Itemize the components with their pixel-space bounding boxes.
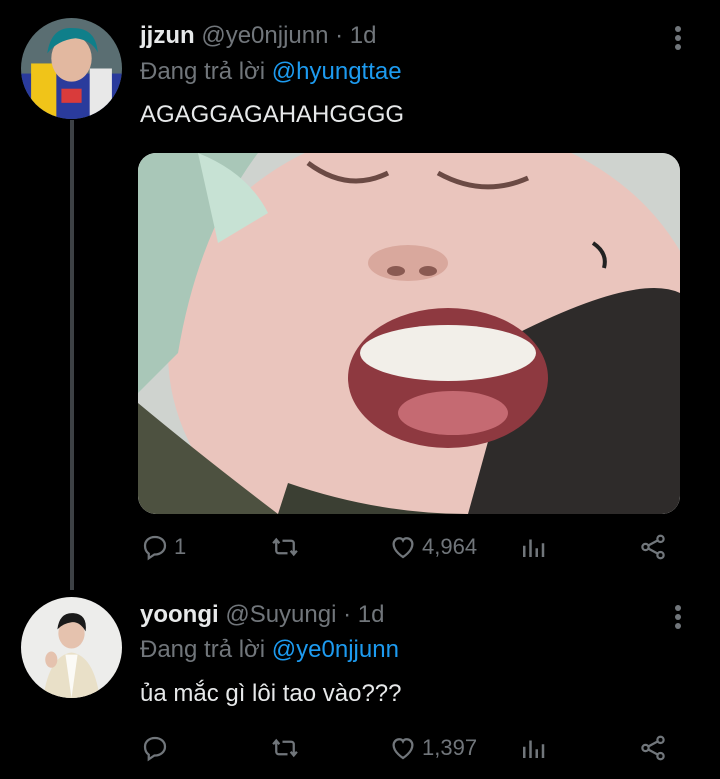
- thread-connector-line: [70, 120, 74, 590]
- tweet-text: AGAGGAGAHAHGGGG: [140, 101, 405, 128]
- replying-to: Đang trả lời @ye0njjunn: [140, 636, 399, 664]
- more-icon[interactable]: [666, 24, 690, 54]
- display-name[interactable]: jjzun: [140, 22, 195, 49]
- more-icon[interactable]: [666, 603, 690, 633]
- tweet-actions: 1,397: [140, 732, 680, 764]
- like-count: 4,964: [422, 534, 478, 559]
- like-button[interactable]: 4,964: [388, 531, 477, 563]
- analytics-icon: [523, 740, 545, 758]
- share-icon: [641, 735, 665, 761]
- analytics-button[interactable]: [518, 732, 548, 764]
- retweet-icon: [272, 537, 298, 557]
- avatar-image: [21, 597, 122, 698]
- tweet-header: jjzun @ye0njjunn · 1d: [140, 22, 377, 50]
- replying-to-label: Đang trả lời: [140, 636, 266, 663]
- timestamp[interactable]: 1d: [350, 22, 377, 49]
- display-name[interactable]: yoongi: [140, 601, 219, 628]
- reply-mention-link[interactable]: @hyungttae: [272, 58, 402, 85]
- share-icon: [641, 534, 665, 560]
- retweet-button[interactable]: [270, 732, 304, 764]
- avatar[interactable]: [21, 18, 122, 119]
- replying-to: Đang trả lời @hyungttae: [140, 58, 402, 86]
- reply-button[interactable]: 1: [140, 531, 186, 563]
- analytics-icon: [523, 539, 545, 557]
- retweet-button[interactable]: [270, 531, 304, 563]
- separator: ·: [343, 601, 352, 628]
- user-handle[interactable]: @Suyungi: [225, 601, 336, 628]
- replying-to-label: Đang trả lời: [140, 58, 266, 85]
- retweet-icon: [272, 738, 298, 758]
- reply-icon: [143, 736, 167, 762]
- avatar-image: [21, 18, 122, 119]
- share-button[interactable]: [638, 531, 668, 563]
- tweet-media-image[interactable]: [138, 153, 680, 514]
- reply-icon: [143, 535, 167, 561]
- reply-mention-link[interactable]: @ye0njjunn: [272, 636, 399, 663]
- like-button[interactable]: 1,397: [388, 732, 477, 764]
- avatar[interactable]: [21, 597, 122, 698]
- separator: ·: [335, 22, 344, 49]
- reply-count: 1: [174, 534, 187, 559]
- reply-button[interactable]: [140, 732, 174, 764]
- tweet-actions: 1 4,964: [140, 531, 680, 563]
- tweet-text: ủa mắc gì lôi tao vào???: [140, 680, 402, 707]
- analytics-button[interactable]: [518, 531, 548, 563]
- like-icon: [392, 738, 414, 760]
- like-count: 1,397: [422, 735, 478, 760]
- crying-face-photo: [138, 153, 680, 514]
- user-handle[interactable]: @ye0njjunn: [201, 22, 328, 49]
- share-button[interactable]: [638, 732, 668, 764]
- timestamp[interactable]: 1d: [358, 601, 385, 628]
- like-icon: [392, 537, 414, 559]
- tweet-header: yoongi @Suyungi · 1d: [140, 601, 384, 629]
